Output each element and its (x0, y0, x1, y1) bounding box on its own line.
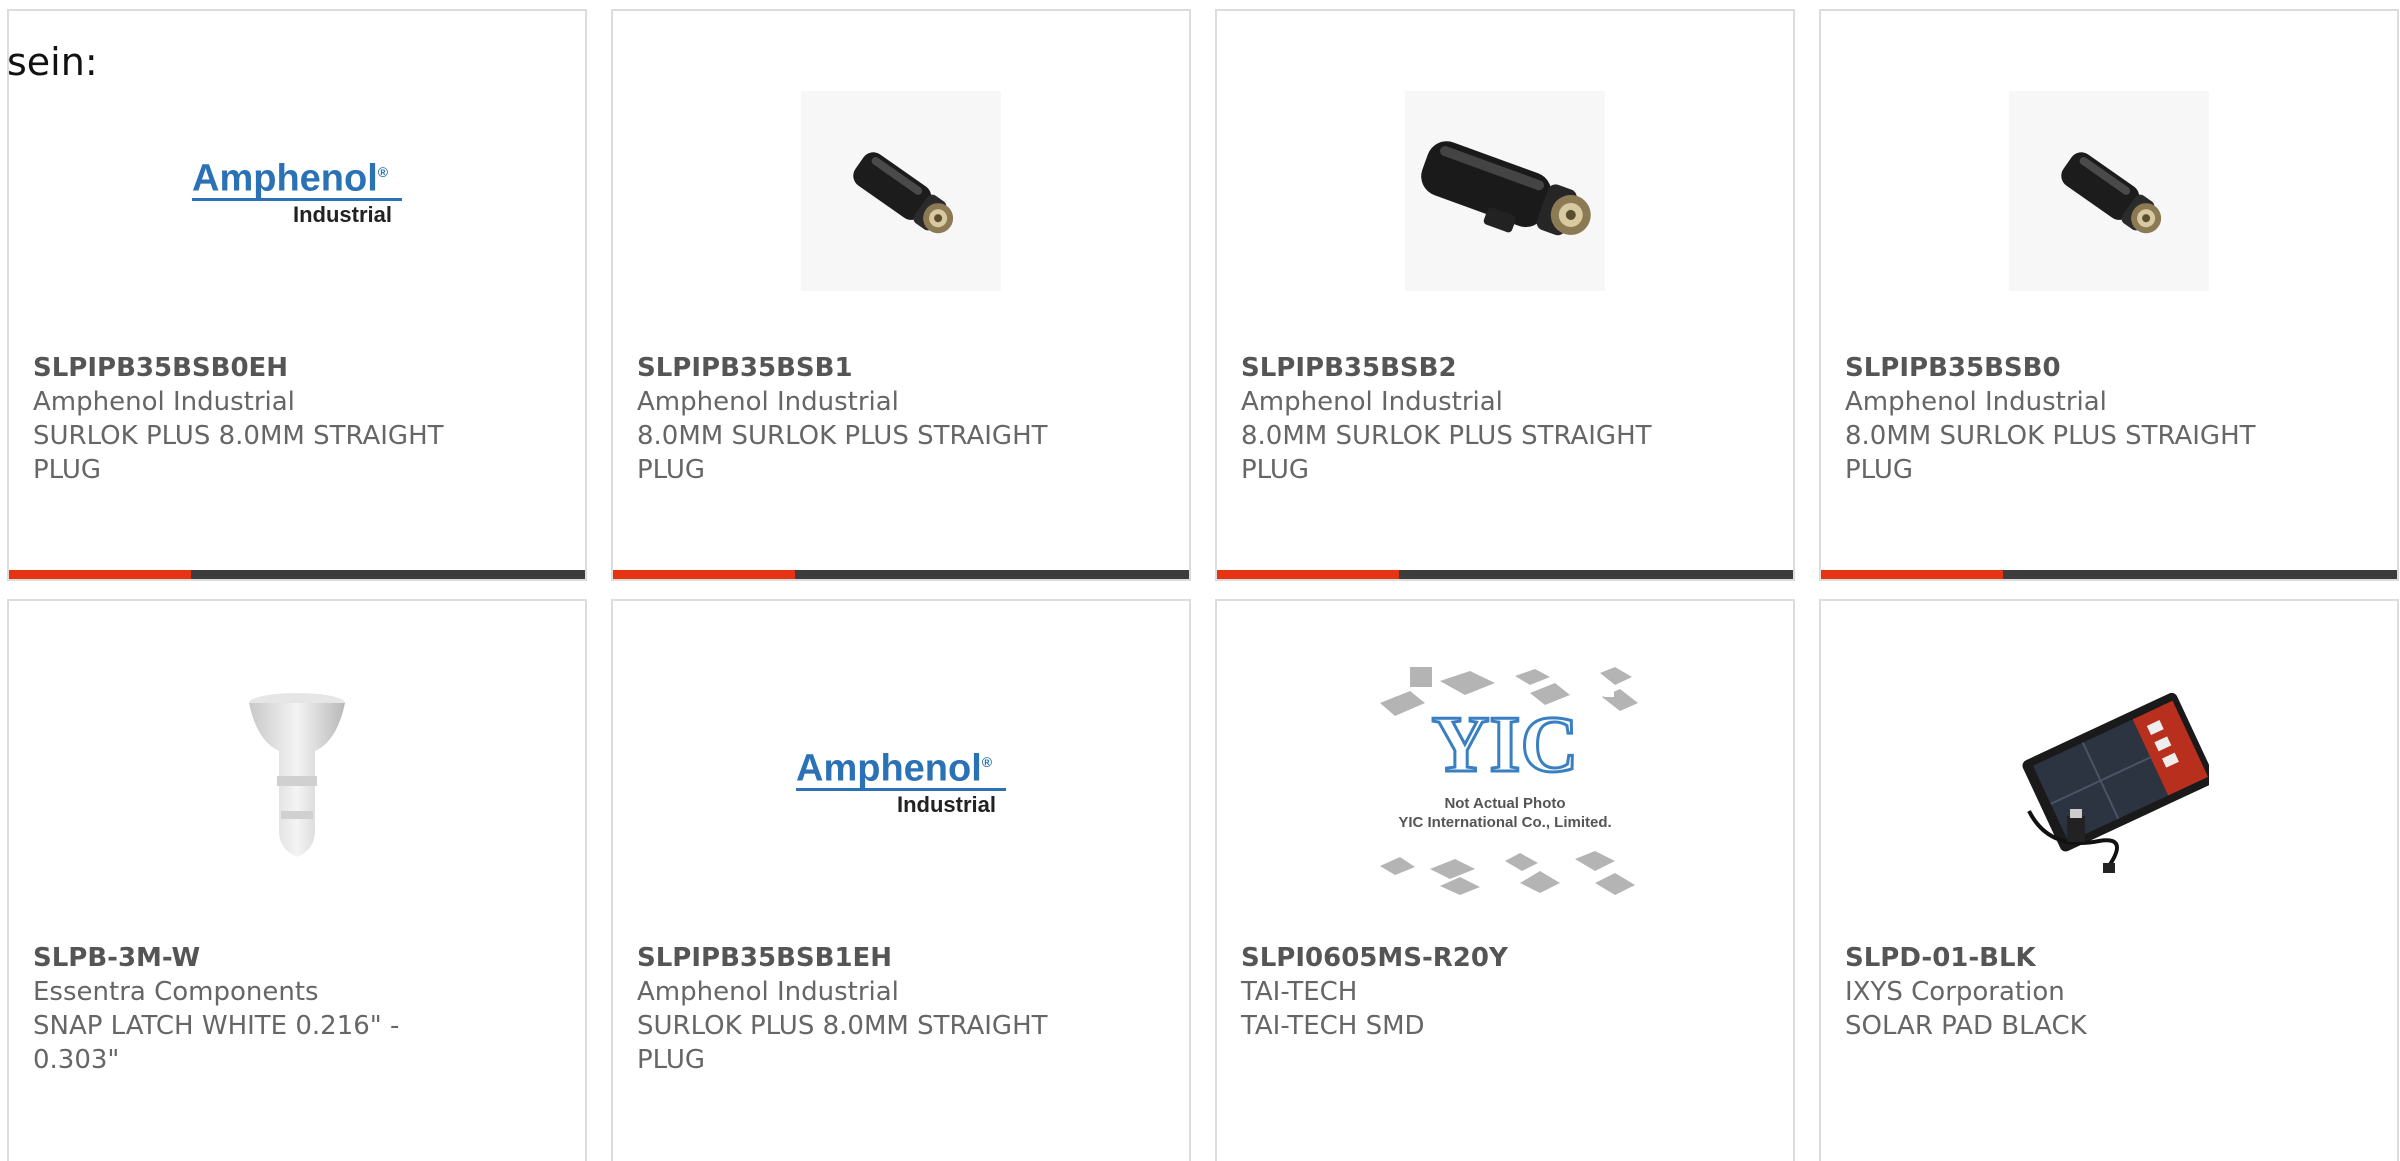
card-accent-bar (613, 570, 1189, 579)
part-number[interactable]: SLPB-3M-W (33, 941, 463, 975)
part-number[interactable]: SLPIPB35BSB2 (1241, 351, 1671, 385)
plug-photo-large (1405, 91, 1605, 291)
manufacturer: Amphenol Industrial (1241, 387, 1503, 417)
partial-heading-text: sein: (7, 40, 98, 84)
product-card[interactable]: SLPIPB35BSB0 Amphenol Industrial 8.0MM S… (1819, 9, 2399, 581)
product-card[interactable]: SLPIPB35BSB2 Amphenol Industrial 8.0MM S… (1215, 9, 1795, 581)
product-image[interactable]: Amphenol® Industrial (9, 71, 585, 311)
manufacturer: Amphenol Industrial (637, 977, 899, 1007)
part-number[interactable]: SLPD-01-BLK (1845, 941, 2275, 975)
manufacturer: IXYS Corporation (1845, 977, 2065, 1007)
product-grid-page: sein: Amphenol® Industrial SLPIPB35BSB0E… (0, 0, 2400, 1161)
part-number[interactable]: SLPIPB35BSB1 (637, 351, 1067, 385)
manufacturer: TAI-TECH (1241, 977, 1358, 1007)
product-card[interactable]: SLPB-3M-W Essentra Components SNAP LATCH… (7, 599, 587, 1161)
product-image[interactable] (613, 71, 1189, 311)
manufacturer: Amphenol Industrial (637, 387, 899, 417)
snap-latch-photo (249, 693, 345, 857)
description: TAI-TECH SMD (1241, 1011, 1425, 1041)
product-card[interactable]: Amphenol® Industrial SLPIPB35BSB1EH Amph… (611, 599, 1191, 1161)
manufacturer: Amphenol Industrial (1845, 387, 2107, 417)
description: 8.0MM SURLOK PLUS STRAIGHT PLUG (637, 421, 1048, 485)
product-card[interactable]: YIC Not Actual Photo YIC International C… (1215, 599, 1795, 1161)
description: SOLAR PAD BLACK (1845, 1011, 2087, 1041)
card-accent-bar (1821, 570, 2397, 579)
product-card[interactable]: Amphenol® Industrial SLPIPB35BSB0EH Amph… (7, 9, 587, 581)
card-accent-bar (9, 570, 585, 579)
product-image[interactable]: Amphenol® Industrial (613, 661, 1189, 901)
placeholder-line-2: YIC International Co., Limited. (1398, 814, 1611, 831)
yic-placeholder-image: YIC Not Actual Photo YIC International C… (1380, 667, 1638, 895)
amphenol-logo: Amphenol® Industrial (796, 743, 1006, 819)
description: SNAP LATCH WHITE 0.216" - 0.303" (33, 1011, 400, 1075)
plug-photo (2009, 91, 2209, 291)
part-number[interactable]: SLPIPB35BSB0EH (33, 351, 463, 385)
description: SURLOK PLUS 8.0MM STRAIGHT PLUG (33, 421, 444, 485)
part-number[interactable]: SLPIPB35BSB1EH (637, 941, 1067, 975)
description: 8.0MM SURLOK PLUS STRAIGHT PLUG (1241, 421, 1652, 485)
product-card[interactable]: SLPIPB35BSB1 Amphenol Industrial 8.0MM S… (611, 9, 1191, 581)
amphenol-logo: Amphenol® Industrial (192, 153, 402, 229)
description: 8.0MM SURLOK PLUS STRAIGHT PLUG (1845, 421, 2256, 485)
plug-photo (801, 91, 1001, 291)
product-image[interactable]: YIC Not Actual Photo YIC International C… (1217, 661, 1793, 901)
product-card[interactable]: SLPD-01-BLK IXYS Corporation SOLAR PAD B… (1819, 599, 2399, 1161)
product-image[interactable] (1821, 661, 2397, 901)
placeholder-line-1: Not Actual Photo (1444, 795, 1565, 812)
description: SURLOK PLUS 8.0MM STRAIGHT PLUG (637, 1011, 1048, 1075)
card-accent-bar (1217, 570, 1793, 579)
svg-text:YIC: YIC (1432, 701, 1579, 789)
manufacturer: Amphenol Industrial (33, 387, 295, 417)
product-image[interactable] (1821, 71, 2397, 311)
solar-pad-photo (2009, 681, 2209, 881)
part-number[interactable]: SLPIPB35BSB0 (1845, 351, 2275, 385)
product-image[interactable] (1217, 71, 1793, 311)
part-number[interactable]: SLPI0605MS-R20Y (1241, 941, 1671, 975)
manufacturer: Essentra Components (33, 977, 319, 1007)
product-image[interactable] (9, 661, 585, 901)
